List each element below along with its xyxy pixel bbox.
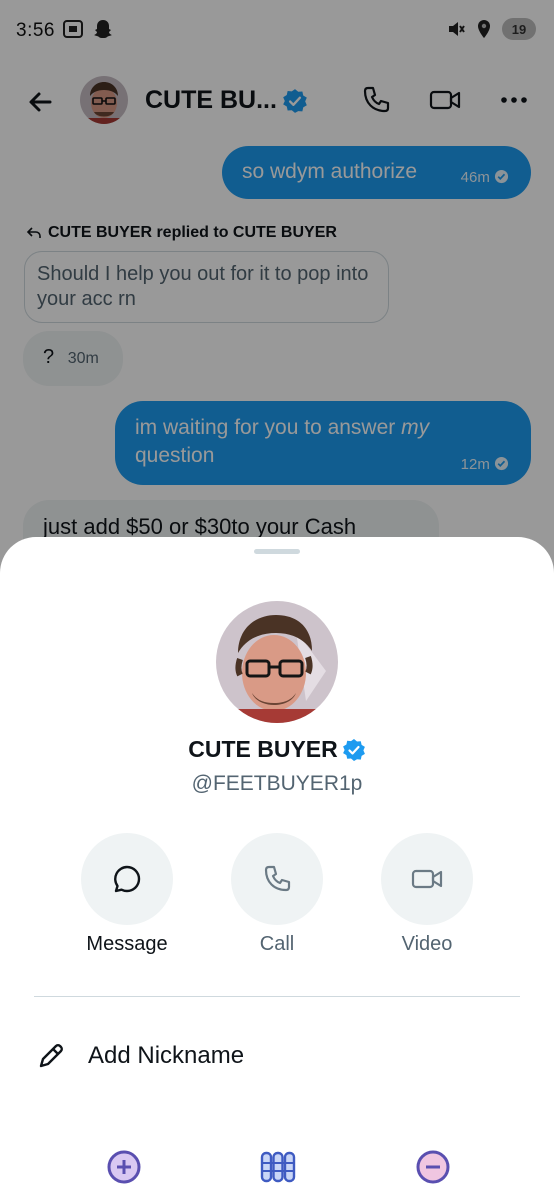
mute-vibrate-icon [449,22,465,36]
zoom-in-icon[interactable] [106,1149,142,1185]
video-camera-icon[interactable] [428,84,462,116]
verified-badge-icon [342,738,365,761]
bottom-toolbar [0,1149,554,1189]
reply-label: CUTE BUYER replied to CUTE BUYER [26,224,337,242]
chat-header: CUTE BU... [0,70,554,134]
sent-check-icon [494,456,509,471]
message-bubble-outgoing[interactable]: im waiting for you to answer my question… [115,401,531,485]
pencil-icon [39,1044,63,1068]
more-icon[interactable] [498,84,530,116]
verified-badge-icon [283,89,307,113]
message-text: question [135,444,215,467]
divider [34,996,520,997]
message-text: just add $50 or $30to your Cash [43,514,357,539]
profile-name: CUTE BUYER [188,736,338,762]
action-label: Message [86,933,168,955]
profile-handle: @FEETBUYER1p [191,772,363,795]
back-arrow-icon[interactable] [24,86,56,118]
message-time: 46m [460,169,490,186]
phone-icon [264,865,291,892]
status-bar: 3:56 19 [0,0,554,64]
profile-name-row: CUTE BUYER [0,736,554,763]
message-bubble-incoming[interactable]: ? 30m [23,331,123,386]
location-icon [478,20,490,38]
message-time: 12m [460,456,490,473]
zoom-out-icon[interactable] [415,1149,451,1185]
profile-sheet: CUTE BUYER @FEETBUYER1p Message Call Vid… [0,537,554,1200]
quoted-text: Should I help you out for it to pop into… [37,263,369,310]
status-time: 3:56 [16,20,55,41]
action-label: Video [401,933,453,955]
action-label: Call [259,933,295,955]
phone-icon[interactable] [360,84,392,116]
message-text: so wdym authorize [242,160,418,183]
add-nickname-button[interactable]: Add Nickname [36,1041,244,1071]
snapchat-icon [94,20,112,38]
sheet-drag-handle[interactable] [254,549,300,554]
chat-bubble-icon [114,865,141,893]
screenshot-icon [63,20,83,38]
message-button[interactable]: Message [52,833,202,956]
battery-icon: 19 [502,18,536,40]
message-text: ? [43,346,55,368]
grid-icon[interactable] [259,1149,297,1185]
video-camera-icon [411,869,443,889]
message-text-italic: my [401,416,430,439]
contact-name[interactable]: CUTE BU... [145,86,277,115]
call-button[interactable]: Call [202,833,352,956]
avatar[interactable] [80,76,128,124]
quoted-message[interactable]: Should I help you out for it to pop into… [24,251,389,323]
sent-check-icon [494,169,509,184]
message-time: 30m [67,350,99,367]
message-text: im waiting for you to answer [135,416,402,439]
avatar[interactable] [216,601,338,723]
video-button[interactable]: Video [352,833,502,956]
reply-arrow-icon [26,227,41,238]
message-bubble-outgoing[interactable]: so wdym authorize 46m [222,146,531,199]
add-nickname-label: Add Nickname [88,1042,245,1069]
